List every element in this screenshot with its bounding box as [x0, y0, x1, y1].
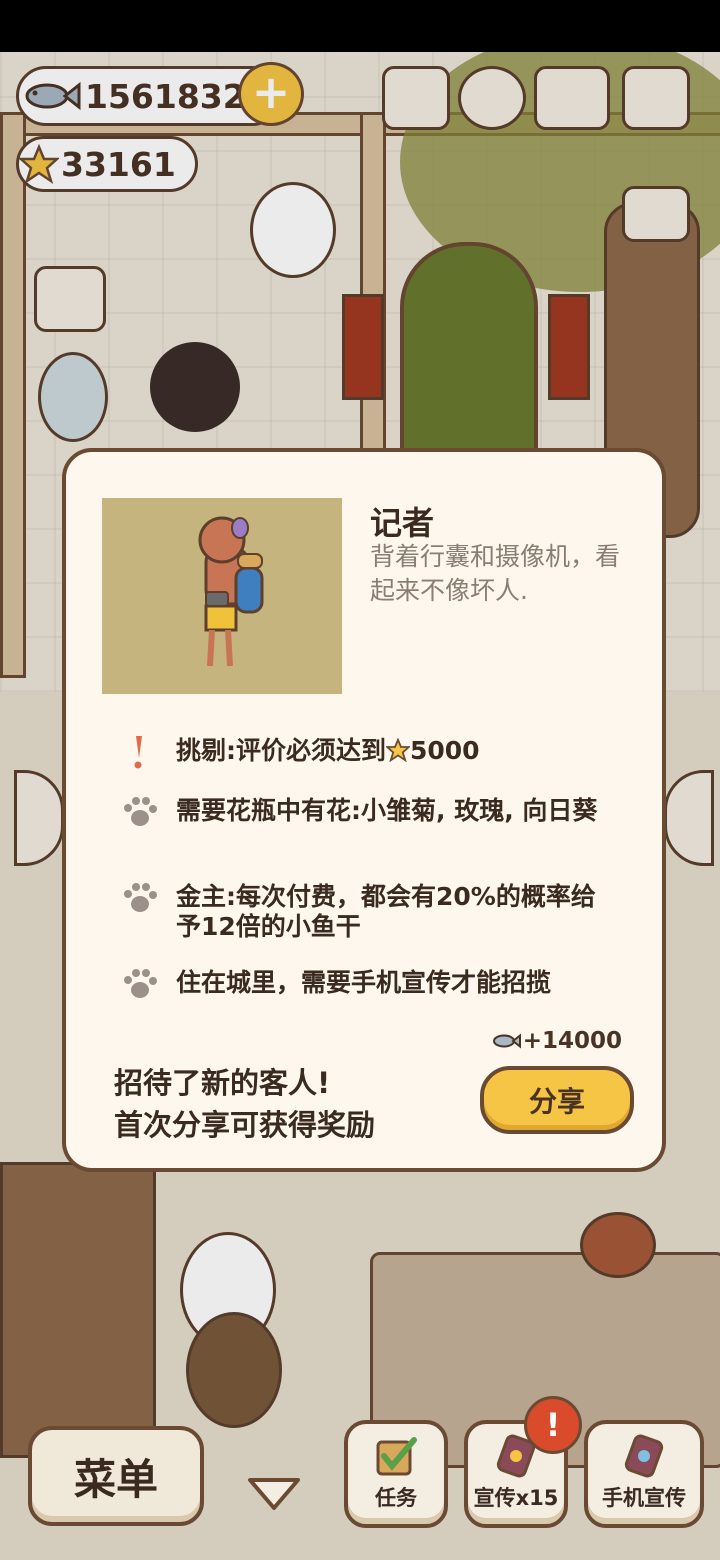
requirement-star-value: 5000: [410, 736, 480, 765]
share-reward: +14000: [491, 1028, 622, 1054]
customer-portrait: [102, 498, 342, 694]
requirement-text: 金主:每次付费，都会有20%的概率给予12倍的小鱼干: [176, 882, 596, 941]
requirement-text: 需要花瓶中有花:小雏菊, 玫瑰, 向日葵: [176, 796, 598, 825]
paw-icon: [124, 969, 157, 998]
menu-button[interactable]: 菜单: [28, 1426, 204, 1526]
requirement-text: 挑剔:评价必须达到: [176, 736, 386, 765]
promo-label: 宣传x15: [473, 1486, 559, 1510]
tasks-button[interactable]: 任务: [344, 1420, 448, 1528]
requirement-item: 住在城里，需要手机宣传才能招揽: [118, 968, 618, 1004]
customer-description: 背着行囊和摄像机，看起来不像坏人.: [370, 542, 621, 605]
star-icon: [384, 737, 412, 763]
collapse-down-icon[interactable]: [246, 1476, 302, 1512]
new-guest-message: 招待了新的客人!: [114, 1066, 331, 1100]
phone-promo-label: 手机宣传: [602, 1486, 686, 1510]
fish-icon: [492, 1033, 521, 1049]
alert-badge: !: [524, 1396, 582, 1454]
new-customer-dialog: 记者 背着行囊和摄像机，看起来不像坏人. 挑剔:评价必须达到 5000 需要花瓶中…: [62, 448, 666, 1172]
reward-amount: +14000: [522, 1028, 622, 1054]
exclamation-icon: [134, 736, 142, 769]
share-button[interactable]: 分享: [480, 1066, 634, 1134]
paw-icon: [124, 797, 157, 826]
requirement-text: 住在城里，需要手机宣传才能招揽: [176, 968, 552, 997]
requirement-item: 挑剔:评价必须达到 5000: [118, 736, 618, 772]
tasks-label: 任务: [375, 1486, 417, 1510]
requirement-item: 金主:每次付费，都会有20%的概率给予12倍的小鱼干: [118, 882, 618, 942]
checkbox-icon: [376, 1437, 417, 1476]
reporter-character-icon: [198, 516, 264, 667]
paw-icon: [124, 883, 157, 912]
phone-promo-button[interactable]: 手机宣传: [584, 1420, 704, 1528]
customer-name: 记者: [370, 504, 435, 542]
share-reward-hint: 首次分享可获得奖励: [114, 1108, 376, 1142]
phone-promo-icon: [624, 1434, 664, 1478]
requirement-item: 需要花瓶中有花:小雏菊, 玫瑰, 向日葵: [118, 796, 618, 832]
